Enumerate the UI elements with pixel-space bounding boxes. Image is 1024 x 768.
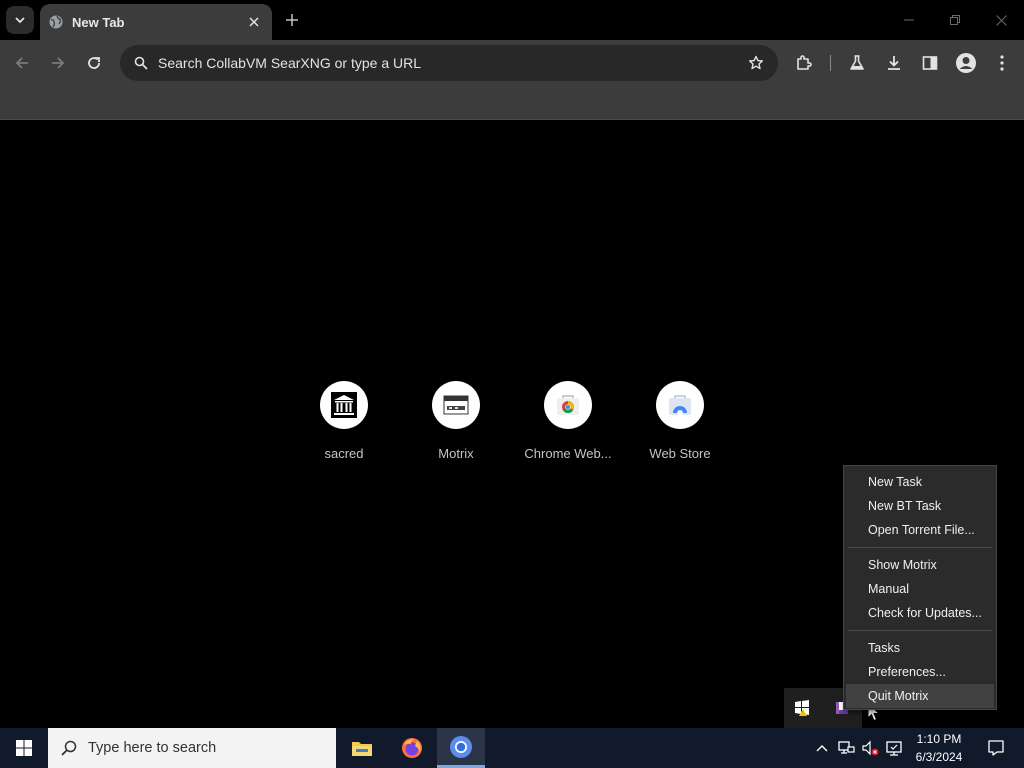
arrow-left-icon <box>15 57 28 69</box>
restore-button[interactable] <box>932 0 978 40</box>
more-vertical-icon <box>1000 55 1004 71</box>
tab-new-tab[interactable]: New Tab <box>40 4 272 40</box>
reload-button[interactable] <box>80 49 108 77</box>
chevron-down-icon <box>15 17 25 24</box>
shortcut-label: Motrix <box>438 446 474 461</box>
labs-button[interactable] <box>843 49 871 77</box>
shortcut-label: sacred <box>324 446 364 461</box>
minimize-icon <box>904 19 914 21</box>
menu-button[interactable] <box>988 49 1016 77</box>
start-button[interactable] <box>0 728 48 768</box>
menu-item-check-for-updates[interactable]: Check for Updates... <box>844 601 996 625</box>
omnibox-placeholder: Search CollabVM SearXNG or type a URL <box>158 55 421 71</box>
taskbar-app-firefox[interactable] <box>388 728 436 768</box>
menu-item-preferences[interactable]: Preferences... <box>844 660 996 684</box>
network-icon[interactable] <box>836 738 856 758</box>
shortcut-icon-circle <box>544 381 592 429</box>
motrix-icon <box>443 395 469 415</box>
shortcut-icon-circle <box>432 381 480 429</box>
show-hidden-icons-chevron-up-icon[interactable] <box>812 738 832 758</box>
ime-display-icon[interactable] <box>884 738 904 758</box>
menu-separator <box>848 547 992 548</box>
puzzle-icon <box>797 55 812 70</box>
forward-button[interactable] <box>44 49 72 77</box>
taskbar: Type here to search 1:10 PM 6/3/2024 <box>0 728 1024 768</box>
close-icon <box>995 14 1007 26</box>
notification-icon <box>988 740 1004 756</box>
clock-date: 6/3/2024 <box>915 750 963 764</box>
shortcut-label: Chrome Web... <box>524 446 612 461</box>
bookmarks-bar <box>0 86 1024 120</box>
search-icon <box>61 740 77 756</box>
taskbar-search-placeholder: Type here to search <box>88 740 217 756</box>
restore-icon <box>950 15 960 25</box>
downloads-button[interactable] <box>880 49 908 77</box>
plus-icon <box>286 14 298 26</box>
action-center-button[interactable] <box>976 728 1016 768</box>
tab-strip: New Tab <box>0 0 1024 40</box>
shortcut-label: Web Store <box>649 446 711 461</box>
toolbar-separator <box>830 55 831 71</box>
extensions-button[interactable] <box>790 49 818 77</box>
menu-item-new-bt-task[interactable]: New BT Task <box>844 494 996 518</box>
close-tab-icon[interactable] <box>246 14 262 30</box>
menu-item-show-motrix[interactable]: Show Motrix <box>844 553 996 577</box>
taskbar-clock[interactable]: 1:10 PM 6/3/2024 <box>908 730 970 766</box>
reload-icon <box>88 57 100 69</box>
menu-item-quit-motrix[interactable]: Quit Motrix <box>846 684 994 708</box>
close-window-button[interactable] <box>978 0 1024 40</box>
minimize-button[interactable] <box>886 0 932 40</box>
chromium-icon <box>450 735 472 758</box>
arrow-right-icon <box>52 57 65 69</box>
taskbar-app-file-explorer[interactable] <box>338 728 386 768</box>
flask-icon <box>850 55 864 70</box>
menu-item-new-task[interactable]: New Task <box>844 470 996 494</box>
browser-toolbar: Search CollabVM SearXNG or type a URL <box>0 40 1024 86</box>
tab-title: New Tab <box>72 14 125 30</box>
tab-search-button[interactable] <box>6 6 34 34</box>
menu-item-open-torrent-file[interactable]: Open Torrent File... <box>844 518 996 542</box>
side-panel-icon <box>922 56 938 70</box>
shortcut-icon-circle <box>656 381 704 429</box>
volume-muted-icon[interactable] <box>860 738 880 758</box>
side-panel-button[interactable] <box>916 49 944 77</box>
taskbar-app-chromium[interactable] <box>437 728 485 768</box>
bookmark-star-icon[interactable] <box>744 51 768 75</box>
download-icon <box>888 56 900 70</box>
search-icon <box>132 54 150 72</box>
menu-item-manual[interactable]: Manual <box>844 577 996 601</box>
firefox-icon <box>402 738 422 758</box>
globe-icon <box>48 14 64 30</box>
shortcut-tile-sacred[interactable]: sacred <box>288 381 400 471</box>
shortcut-tile-chrome-web-store[interactable]: Chrome Web... <box>512 381 624 471</box>
windows-security-icon[interactable] <box>792 698 812 718</box>
web-store-icon <box>669 395 691 416</box>
shortcut-tile-motrix[interactable]: Motrix <box>400 381 512 471</box>
chrome-web-store-icon <box>557 395 579 415</box>
omnibox[interactable]: Search CollabVM SearXNG or type a URL <box>120 45 778 81</box>
museum-icon <box>331 392 357 418</box>
new-tab-button[interactable] <box>280 8 304 32</box>
taskbar-search-box[interactable]: Type here to search <box>48 728 336 768</box>
file-explorer-icon <box>352 742 372 756</box>
shortcut-icon-circle <box>320 381 368 429</box>
menu-separator <box>848 630 992 631</box>
windows-logo-icon <box>16 740 32 756</box>
clock-time: 1:10 PM <box>916 732 962 746</box>
back-button[interactable] <box>8 49 36 77</box>
shortcut-tile-web-store[interactable]: Web Store <box>624 381 736 471</box>
motrix-tray-context-menu: New Task New BT Task Open Torrent File..… <box>843 465 997 710</box>
menu-item-tasks[interactable]: Tasks <box>844 636 996 660</box>
profile-button[interactable] <box>952 49 980 77</box>
avatar-icon <box>956 53 976 73</box>
